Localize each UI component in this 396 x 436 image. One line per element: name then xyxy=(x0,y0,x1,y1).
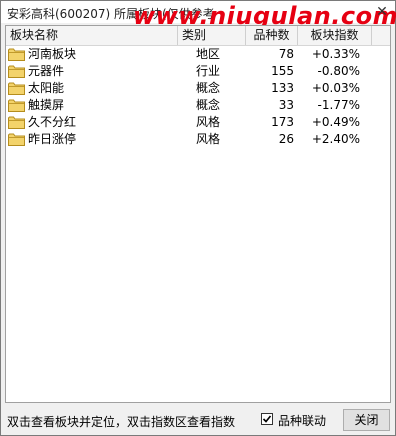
column-header-name[interactable]: 板块名称 xyxy=(6,26,178,45)
sector-name: 久不分红 xyxy=(28,115,77,129)
folder-icon xyxy=(8,48,25,61)
table-header: 板块名称 类别 品种数 板块指数 xyxy=(6,26,390,46)
sector-index: +0.03% xyxy=(311,81,360,95)
linkage-label[interactable]: 品种联动 xyxy=(278,412,326,429)
sector-index: +2.40% xyxy=(311,132,360,146)
table-row[interactable]: 元器件 行业 155 -0.80% xyxy=(6,63,390,80)
folder-icon xyxy=(8,65,25,78)
sector-count: 173 xyxy=(271,115,294,129)
close-icon[interactable]: ✕ xyxy=(373,3,391,21)
table-row[interactable]: 昨日涨停 风格 26 +2.40% xyxy=(6,131,390,148)
folder-icon xyxy=(8,99,25,112)
sector-count: 133 xyxy=(271,81,294,95)
sector-count: 155 xyxy=(271,64,294,78)
sector-count: 26 xyxy=(278,132,294,146)
sector-category: 行业 xyxy=(196,64,221,78)
sector-name: 昨日涨停 xyxy=(28,132,77,146)
sector-index: -1.77% xyxy=(317,98,360,112)
sector-category: 概念 xyxy=(196,98,221,112)
sector-category: 风格 xyxy=(196,115,221,129)
sector-category: 概念 xyxy=(196,81,221,95)
folder-icon xyxy=(8,116,25,129)
dialog-window: 安彩高科(600207) 所属板块(仅供参考 www.niugulan.com … xyxy=(0,0,396,436)
sector-name: 元器件 xyxy=(28,64,65,78)
sector-count: 33 xyxy=(278,98,294,112)
sector-category: 风格 xyxy=(196,132,221,146)
title-bar[interactable]: 安彩高科(600207) 所属板块(仅供参考 www.niugulan.com … xyxy=(1,1,396,30)
sector-name: 触摸屏 xyxy=(28,98,65,112)
table-row[interactable]: 触摸屏 概念 33 -1.77% xyxy=(6,97,390,114)
table-row[interactable]: 河南板块 地区 78 +0.33% xyxy=(6,46,390,63)
hint-text: 双击查看板块并定位，双击指数区查看指数 xyxy=(7,415,236,429)
sector-name: 河南板块 xyxy=(28,47,77,61)
sector-name: 太阳能 xyxy=(28,81,65,95)
folder-icon xyxy=(8,133,25,146)
column-header-count[interactable]: 品种数 xyxy=(246,26,298,45)
table-row[interactable]: 太阳能 概念 133 +0.03% xyxy=(6,80,390,97)
status-bar: 双击查看板块并定位，双击指数区查看指数 品种联动 关闭 xyxy=(1,405,395,435)
close-button[interactable]: 关闭 xyxy=(343,409,390,431)
sector-category: 地区 xyxy=(196,47,221,61)
column-header-category[interactable]: 类别 xyxy=(178,26,246,45)
sector-index: -0.80% xyxy=(317,64,360,78)
folder-icon xyxy=(8,82,25,95)
sector-index: +0.49% xyxy=(311,115,360,129)
sector-index: +0.33% xyxy=(311,47,360,61)
table-row[interactable]: 久不分红 风格 173 +0.49% xyxy=(6,114,390,131)
sector-count: 78 xyxy=(278,47,294,61)
check-icon xyxy=(262,415,272,423)
linkage-checkbox[interactable] xyxy=(261,413,273,425)
column-header-index[interactable]: 板块指数 xyxy=(298,26,372,45)
sector-table: 板块名称 类别 品种数 板块指数 河南板块 地区 78 +0.33% 元器件 行业 155 -… xyxy=(5,25,391,403)
